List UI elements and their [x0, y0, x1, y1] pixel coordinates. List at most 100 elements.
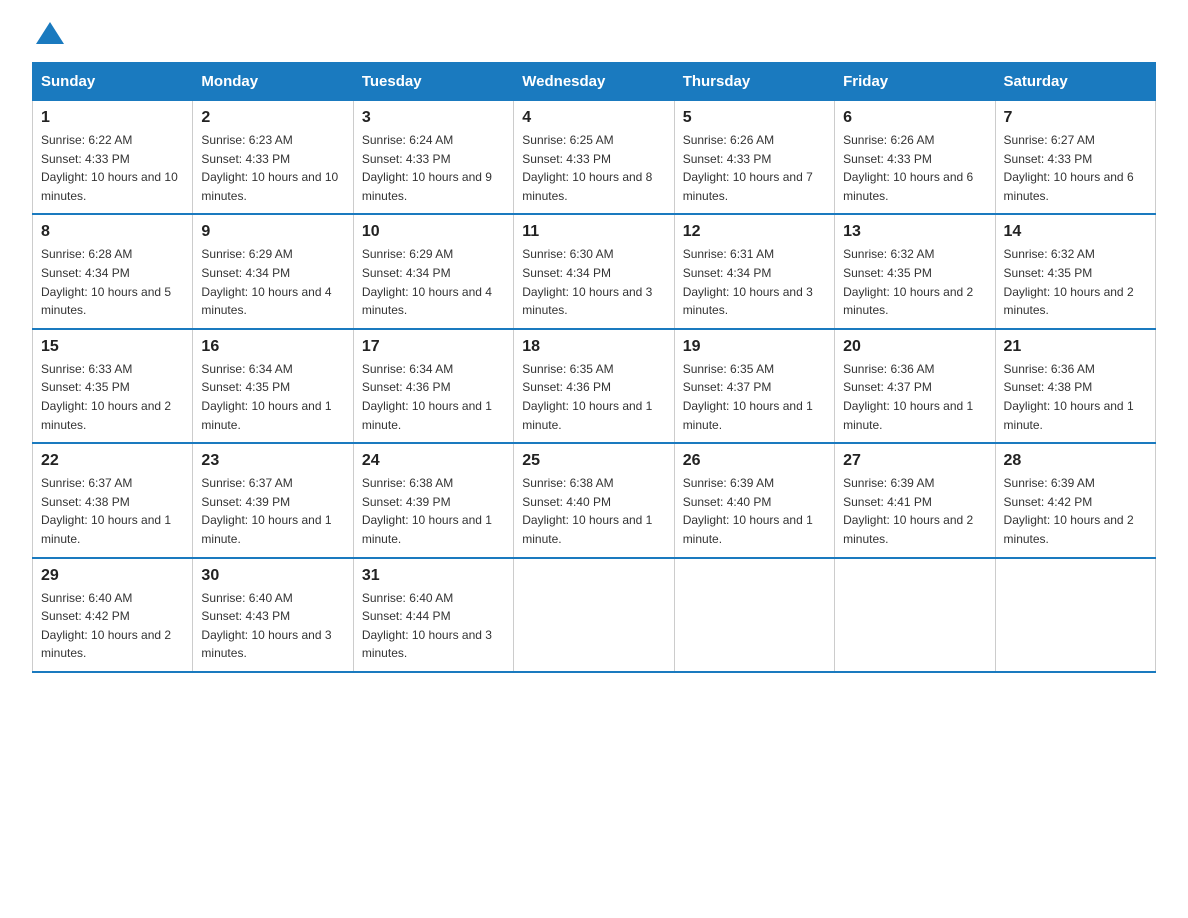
day-number: 1 — [41, 109, 184, 127]
day-number: 19 — [683, 338, 826, 356]
day-info: Sunrise: 6:32 AMSunset: 4:35 PMDaylight:… — [1004, 247, 1134, 317]
day-number: 22 — [41, 452, 184, 470]
day-info: Sunrise: 6:27 AMSunset: 4:33 PMDaylight:… — [1004, 133, 1134, 203]
calendar-cell: 5 Sunrise: 6:26 AMSunset: 4:33 PMDayligh… — [674, 101, 834, 215]
calendar-cell: 16 Sunrise: 6:34 AMSunset: 4:35 PMDaylig… — [193, 329, 353, 443]
day-number: 26 — [683, 452, 826, 470]
calendar-cell: 22 Sunrise: 6:37 AMSunset: 4:38 PMDaylig… — [33, 443, 193, 557]
day-info: Sunrise: 6:34 AMSunset: 4:35 PMDaylight:… — [201, 362, 331, 432]
day-info: Sunrise: 6:33 AMSunset: 4:35 PMDaylight:… — [41, 362, 171, 432]
page-header — [32, 24, 1156, 46]
day-info: Sunrise: 6:30 AMSunset: 4:34 PMDaylight:… — [522, 247, 652, 317]
calendar-cell: 17 Sunrise: 6:34 AMSunset: 4:36 PMDaylig… — [353, 329, 513, 443]
header-tuesday: Tuesday — [353, 63, 513, 101]
calendar-cell: 21 Sunrise: 6:36 AMSunset: 4:38 PMDaylig… — [995, 329, 1155, 443]
day-info: Sunrise: 6:37 AMSunset: 4:38 PMDaylight:… — [41, 476, 171, 546]
header-thursday: Thursday — [674, 63, 834, 101]
day-info: Sunrise: 6:26 AMSunset: 4:33 PMDaylight:… — [683, 133, 813, 203]
day-info: Sunrise: 6:22 AMSunset: 4:33 PMDaylight:… — [41, 133, 178, 203]
day-info: Sunrise: 6:39 AMSunset: 4:42 PMDaylight:… — [1004, 476, 1134, 546]
calendar-cell: 11 Sunrise: 6:30 AMSunset: 4:34 PMDaylig… — [514, 214, 674, 328]
calendar-cell: 4 Sunrise: 6:25 AMSunset: 4:33 PMDayligh… — [514, 101, 674, 215]
day-number: 25 — [522, 452, 665, 470]
header-saturday: Saturday — [995, 63, 1155, 101]
calendar-cell: 20 Sunrise: 6:36 AMSunset: 4:37 PMDaylig… — [835, 329, 995, 443]
day-info: Sunrise: 6:38 AMSunset: 4:39 PMDaylight:… — [362, 476, 492, 546]
day-number: 18 — [522, 338, 665, 356]
calendar-cell: 10 Sunrise: 6:29 AMSunset: 4:34 PMDaylig… — [353, 214, 513, 328]
calendar-cell: 2 Sunrise: 6:23 AMSunset: 4:33 PMDayligh… — [193, 101, 353, 215]
calendar-cell — [995, 558, 1155, 672]
day-info: Sunrise: 6:37 AMSunset: 4:39 PMDaylight:… — [201, 476, 331, 546]
calendar-cell: 27 Sunrise: 6:39 AMSunset: 4:41 PMDaylig… — [835, 443, 995, 557]
day-number: 24 — [362, 452, 505, 470]
day-info: Sunrise: 6:23 AMSunset: 4:33 PMDaylight:… — [201, 133, 338, 203]
day-number: 15 — [41, 338, 184, 356]
week-row-5: 29 Sunrise: 6:40 AMSunset: 4:42 PMDaylig… — [33, 558, 1156, 672]
day-info: Sunrise: 6:40 AMSunset: 4:44 PMDaylight:… — [362, 591, 492, 661]
calendar-cell: 30 Sunrise: 6:40 AMSunset: 4:43 PMDaylig… — [193, 558, 353, 672]
week-row-3: 15 Sunrise: 6:33 AMSunset: 4:35 PMDaylig… — [33, 329, 1156, 443]
day-number: 17 — [362, 338, 505, 356]
day-info: Sunrise: 6:36 AMSunset: 4:37 PMDaylight:… — [843, 362, 973, 432]
header-sunday: Sunday — [33, 63, 193, 101]
calendar-cell — [835, 558, 995, 672]
day-number: 29 — [41, 567, 184, 585]
day-number: 6 — [843, 109, 986, 127]
logo-blue-text — [32, 24, 64, 46]
calendar-cell: 9 Sunrise: 6:29 AMSunset: 4:34 PMDayligh… — [193, 214, 353, 328]
day-info: Sunrise: 6:34 AMSunset: 4:36 PMDaylight:… — [362, 362, 492, 432]
calendar-cell: 6 Sunrise: 6:26 AMSunset: 4:33 PMDayligh… — [835, 101, 995, 215]
day-number: 7 — [1004, 109, 1147, 127]
day-info: Sunrise: 6:38 AMSunset: 4:40 PMDaylight:… — [522, 476, 652, 546]
calendar-cell: 19 Sunrise: 6:35 AMSunset: 4:37 PMDaylig… — [674, 329, 834, 443]
day-number: 8 — [41, 223, 184, 241]
logo — [32, 24, 64, 46]
day-number: 31 — [362, 567, 505, 585]
day-number: 13 — [843, 223, 986, 241]
calendar-cell: 26 Sunrise: 6:39 AMSunset: 4:40 PMDaylig… — [674, 443, 834, 557]
day-number: 28 — [1004, 452, 1147, 470]
day-info: Sunrise: 6:29 AMSunset: 4:34 PMDaylight:… — [362, 247, 492, 317]
day-info: Sunrise: 6:32 AMSunset: 4:35 PMDaylight:… — [843, 247, 973, 317]
day-number: 30 — [201, 567, 344, 585]
day-info: Sunrise: 6:40 AMSunset: 4:43 PMDaylight:… — [201, 591, 331, 661]
day-number: 27 — [843, 452, 986, 470]
day-number: 3 — [362, 109, 505, 127]
header-monday: Monday — [193, 63, 353, 101]
day-number: 23 — [201, 452, 344, 470]
calendar-cell: 13 Sunrise: 6:32 AMSunset: 4:35 PMDaylig… — [835, 214, 995, 328]
calendar-cell: 14 Sunrise: 6:32 AMSunset: 4:35 PMDaylig… — [995, 214, 1155, 328]
day-info: Sunrise: 6:35 AMSunset: 4:36 PMDaylight:… — [522, 362, 652, 432]
day-number: 10 — [362, 223, 505, 241]
calendar-cell: 24 Sunrise: 6:38 AMSunset: 4:39 PMDaylig… — [353, 443, 513, 557]
day-info: Sunrise: 6:39 AMSunset: 4:40 PMDaylight:… — [683, 476, 813, 546]
day-number: 5 — [683, 109, 826, 127]
day-info: Sunrise: 6:24 AMSunset: 4:33 PMDaylight:… — [362, 133, 492, 203]
header-row: SundayMondayTuesdayWednesdayThursdayFrid… — [33, 63, 1156, 101]
day-info: Sunrise: 6:29 AMSunset: 4:34 PMDaylight:… — [201, 247, 331, 317]
header-friday: Friday — [835, 63, 995, 101]
calendar-cell — [674, 558, 834, 672]
day-number: 12 — [683, 223, 826, 241]
day-info: Sunrise: 6:36 AMSunset: 4:38 PMDaylight:… — [1004, 362, 1134, 432]
day-info: Sunrise: 6:31 AMSunset: 4:34 PMDaylight:… — [683, 247, 813, 317]
calendar-cell: 28 Sunrise: 6:39 AMSunset: 4:42 PMDaylig… — [995, 443, 1155, 557]
day-info: Sunrise: 6:35 AMSunset: 4:37 PMDaylight:… — [683, 362, 813, 432]
calendar-cell — [514, 558, 674, 672]
calendar-cell: 15 Sunrise: 6:33 AMSunset: 4:35 PMDaylig… — [33, 329, 193, 443]
week-row-4: 22 Sunrise: 6:37 AMSunset: 4:38 PMDaylig… — [33, 443, 1156, 557]
calendar-cell: 1 Sunrise: 6:22 AMSunset: 4:33 PMDayligh… — [33, 101, 193, 215]
day-info: Sunrise: 6:25 AMSunset: 4:33 PMDaylight:… — [522, 133, 652, 203]
day-number: 11 — [522, 223, 665, 241]
calendar-cell: 25 Sunrise: 6:38 AMSunset: 4:40 PMDaylig… — [514, 443, 674, 557]
header-wednesday: Wednesday — [514, 63, 674, 101]
day-number: 16 — [201, 338, 344, 356]
day-info: Sunrise: 6:39 AMSunset: 4:41 PMDaylight:… — [843, 476, 973, 546]
calendar-cell: 18 Sunrise: 6:35 AMSunset: 4:36 PMDaylig… — [514, 329, 674, 443]
day-info: Sunrise: 6:28 AMSunset: 4:34 PMDaylight:… — [41, 247, 171, 317]
day-info: Sunrise: 6:26 AMSunset: 4:33 PMDaylight:… — [843, 133, 973, 203]
calendar-cell: 8 Sunrise: 6:28 AMSunset: 4:34 PMDayligh… — [33, 214, 193, 328]
calendar-cell: 29 Sunrise: 6:40 AMSunset: 4:42 PMDaylig… — [33, 558, 193, 672]
week-row-1: 1 Sunrise: 6:22 AMSunset: 4:33 PMDayligh… — [33, 101, 1156, 215]
